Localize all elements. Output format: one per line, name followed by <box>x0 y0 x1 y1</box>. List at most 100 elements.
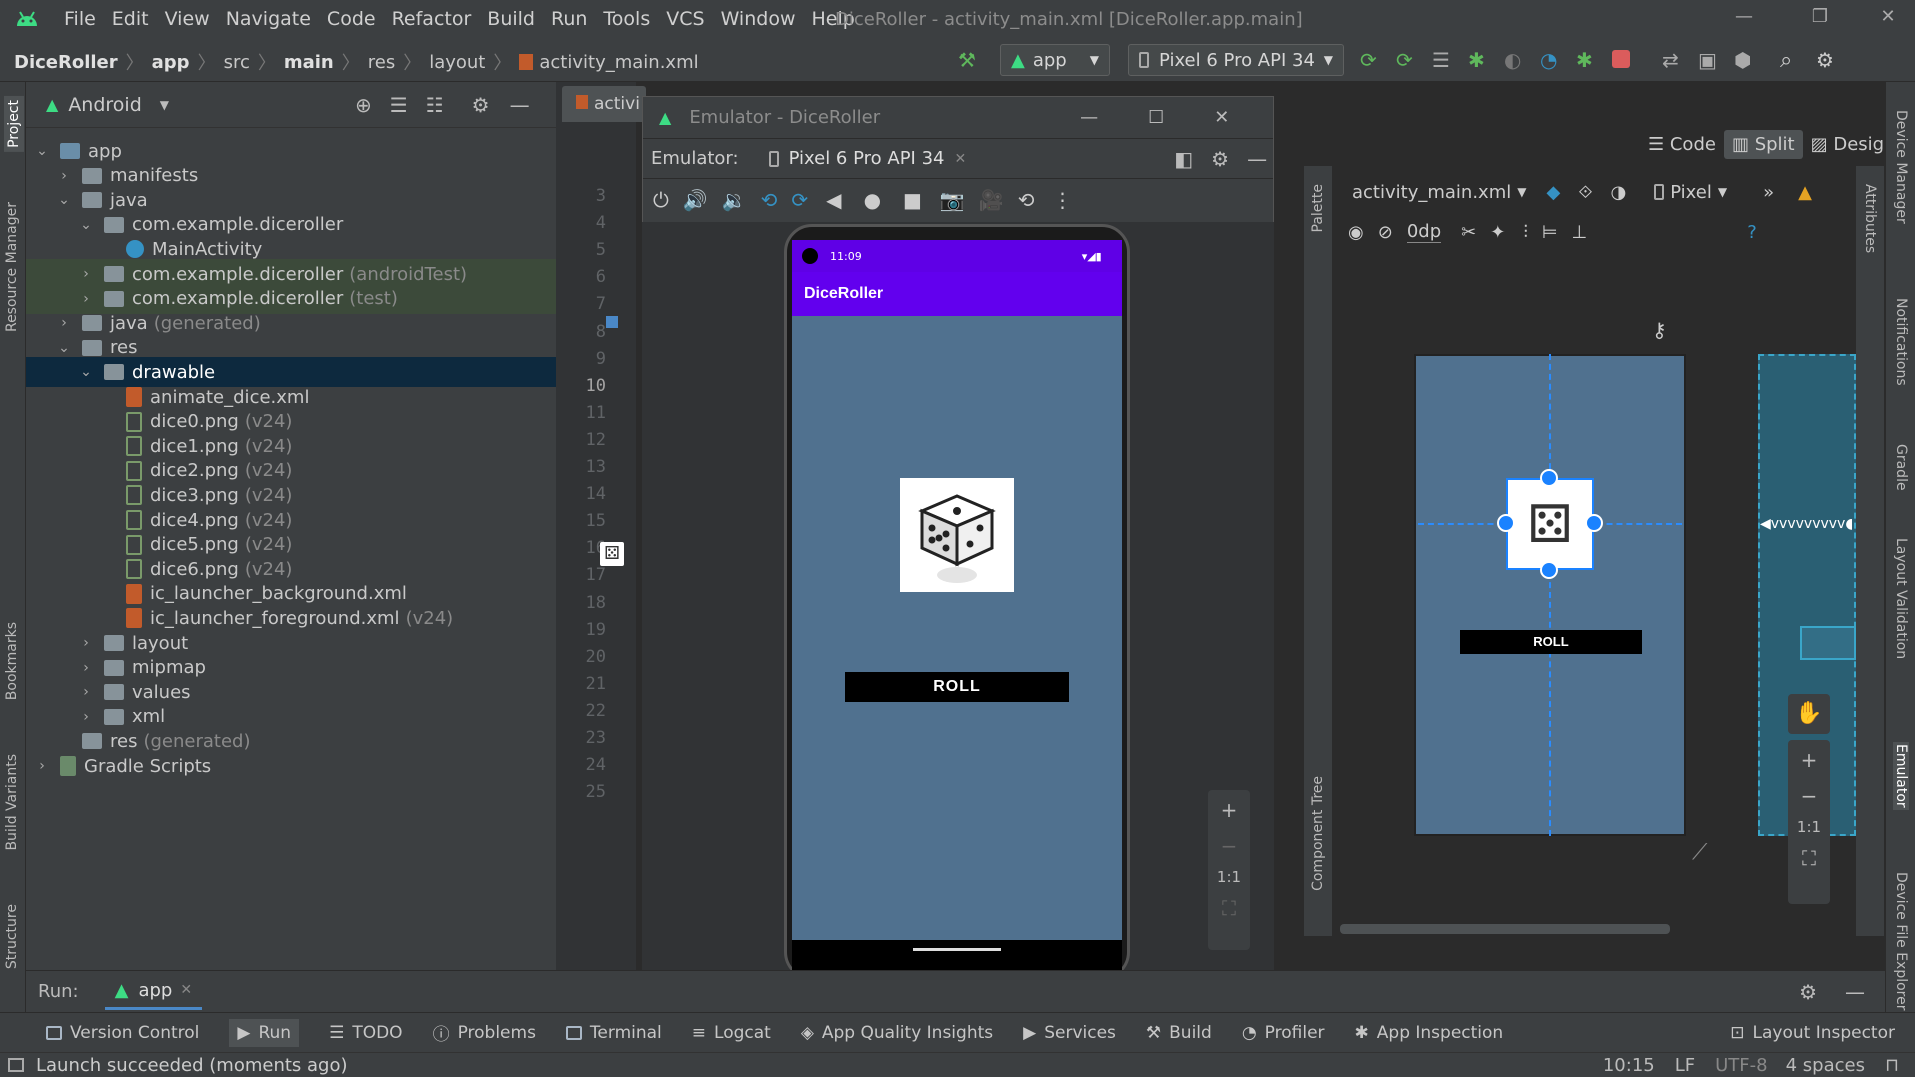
stripe-resource-manager[interactable]: Resource Manager <box>4 202 20 332</box>
expand-all-icon[interactable]: ☰ <box>390 93 408 117</box>
help-icon[interactable]: ? <box>1747 222 1757 243</box>
tool-terminal[interactable]: Terminal <box>565 1023 662 1043</box>
rotate-right-icon[interactable]: ⟳ <box>791 188 808 212</box>
design-roll-button[interactable]: ROLL <box>1460 630 1642 654</box>
menu-window[interactable]: Window <box>721 8 796 30</box>
home-gesture-bar[interactable] <box>913 948 1001 951</box>
snapshot-icon[interactable]: ⟲ <box>1018 188 1035 212</box>
restore-icon[interactable]: ❐ <box>1808 6 1832 30</box>
breadcrumb-layout[interactable]: layout <box>429 52 485 73</box>
chevron-down-icon[interactable]: ▼ <box>1718 185 1727 199</box>
device-selector-design[interactable]: Pixel <box>1670 182 1712 203</box>
volume-down-icon[interactable]: 🔉 <box>722 188 747 212</box>
search-icon[interactable]: ⌕ <box>1780 48 1802 73</box>
attributes-label[interactable]: Attributes <box>1862 184 1878 253</box>
device-selector[interactable]: Pixel 6 Pro API 34 ▼ <box>1128 44 1344 76</box>
constraint-handle-bottom[interactable] <box>1540 561 1558 579</box>
design-zoom-out-button[interactable]: − <box>1788 780 1830 812</box>
lock-icon[interactable]: ⊓ <box>1885 1055 1899 1076</box>
breadcrumb-src[interactable]: src <box>224 52 250 73</box>
close-icon[interactable]: ✕ <box>1214 107 1229 128</box>
design-pan-button[interactable]: ✋ <box>1788 694 1830 734</box>
camera-icon[interactable]: 📷 <box>940 188 965 212</box>
zoom-out-button[interactable]: − <box>1208 830 1250 862</box>
roll-button[interactable]: ROLL <box>845 672 1069 702</box>
minimize-icon[interactable]: — <box>1080 107 1098 128</box>
eye-icon[interactable]: ◉ <box>1348 222 1364 243</box>
menu-code[interactable]: Code <box>327 8 376 30</box>
attach-debugger-icon[interactable]: ◐ <box>1504 48 1526 72</box>
design-zoom-actual-button[interactable]: 1:1 <box>1788 812 1830 842</box>
design-horizontal-scrollbar[interactable] <box>1340 924 1670 934</box>
stripe-device-file-explorer[interactable]: Device File Explorer <box>1893 872 1909 1011</box>
tool-layout-inspector[interactable]: ⊡ Layout Inspector <box>1730 1023 1895 1043</box>
theme-icon[interactable]: ◑ <box>1611 182 1627 203</box>
sdk-manager-icon[interactable]: ⬢ <box>1734 48 1756 72</box>
record-icon[interactable]: 🎥 <box>979 188 1004 212</box>
status-indent[interactable]: 4 spaces <box>1786 1055 1865 1076</box>
collapse-all-icon[interactable]: ☷ <box>426 93 444 117</box>
rotate-left-icon[interactable]: ⟲ <box>761 188 778 212</box>
status-position[interactable]: 10:15 <box>1603 1055 1655 1076</box>
breadcrumb-main[interactable]: main <box>284 52 334 73</box>
tool-services[interactable]: ▶ Services <box>1023 1023 1116 1043</box>
sync-gradle-icon[interactable]: ⇄ <box>1662 48 1684 72</box>
fit-screen-icon[interactable]: ⛶ <box>1788 842 1830 874</box>
device-manager-icon[interactable]: ▣ <box>1698 48 1720 72</box>
wrench-icon[interactable]: ⚷ <box>1652 318 1667 342</box>
tool-profiler[interactable]: ◔ Profiler <box>1242 1023 1325 1043</box>
layers-icon[interactable]: ◆ <box>1546 182 1560 203</box>
chevron-down-icon[interactable]: ⌄ <box>78 364 94 380</box>
chevron-down-icon[interactable]: ▼ <box>1517 185 1526 199</box>
hide-icon[interactable]: — <box>510 93 530 117</box>
chevron-right-icon[interactable]: › <box>34 758 50 774</box>
chevron-right-icon[interactable]: › <box>56 168 72 184</box>
stripe-build-variants[interactable]: Build Variants <box>4 754 20 851</box>
attach-process-icon[interactable]: ✱ <box>1576 48 1598 72</box>
gear-icon[interactable]: ⚙ <box>472 93 490 117</box>
tool-run[interactable]: ▶ Run <box>229 1018 300 1047</box>
hammer-icon[interactable]: ⚒ <box>958 48 980 72</box>
home-icon[interactable]: ● <box>864 188 881 212</box>
magnet-icon[interactable]: ⊘ <box>1378 222 1393 243</box>
menu-vcs[interactable]: VCS <box>666 8 704 30</box>
stripe-layout-validation[interactable]: Layout Validation <box>1893 538 1909 659</box>
chevron-down-icon[interactable]: ⌄ <box>34 143 50 159</box>
breadcrumb-project[interactable]: DiceRoller <box>14 52 118 73</box>
tool-version-control[interactable]: Version Control <box>46 1023 199 1043</box>
stripe-notifications[interactable]: Notifications <box>1893 298 1909 386</box>
tool-app-quality[interactable]: ◈ App Quality Insights <box>801 1023 993 1043</box>
stripe-device-manager[interactable]: Device Manager <box>1893 110 1909 224</box>
gear-icon[interactable]: ⚙ <box>1211 147 1229 171</box>
menu-view[interactable]: View <box>165 8 210 30</box>
chevron-right-icon[interactable]: › <box>78 660 94 676</box>
chevron-right-icon[interactable]: › <box>78 635 94 651</box>
menu-build[interactable]: Build <box>487 8 535 30</box>
infer-constraints-icon[interactable]: ✦ <box>1490 222 1505 243</box>
run-tab[interactable]: ▲ app ✕ <box>104 974 203 1010</box>
profile-icon[interactable]: ◔ <box>1540 48 1562 72</box>
close-tab-icon[interactable]: ✕ <box>180 982 192 998</box>
chevron-right-icon[interactable]: › <box>78 266 94 282</box>
design-zoom-in-button[interactable]: + <box>1788 740 1830 780</box>
tool-app-inspection[interactable]: ✱ App Inspection <box>1355 1023 1504 1043</box>
close-tab-icon[interactable]: ✕ <box>955 151 967 167</box>
run-config-selector[interactable]: ▲ app ▼ <box>1000 44 1110 76</box>
chevron-right-icon[interactable]: › <box>78 291 94 307</box>
chevron-down-icon[interactable]: ▼ <box>160 98 169 112</box>
distribute-icon[interactable]: ⊥ <box>1572 222 1588 243</box>
apply-changes-icon[interactable]: ⟳ <box>1396 48 1418 72</box>
breadcrumb-file[interactable]: activity_main.xml <box>539 52 698 73</box>
breadcrumb-res[interactable]: res <box>368 52 395 73</box>
orientation-icon[interactable]: ⟐ <box>1578 182 1592 203</box>
editor-tab[interactable]: activi <box>562 86 646 122</box>
chevron-down-icon[interactable]: ⌄ <box>56 340 72 356</box>
breadcrumb-module[interactable]: app <box>152 52 190 73</box>
component-tree-label[interactable]: Component Tree <box>1310 776 1326 891</box>
debug-icon[interactable]: ✱ <box>1468 48 1490 72</box>
view-mode-selector[interactable]: Android <box>68 94 141 116</box>
close-icon[interactable]: ✕ <box>1876 6 1900 30</box>
more-icon[interactable]: ⋮ <box>1053 188 1073 212</box>
palette-label[interactable]: Palette <box>1310 184 1326 233</box>
stripe-project[interactable]: Project <box>4 96 24 152</box>
